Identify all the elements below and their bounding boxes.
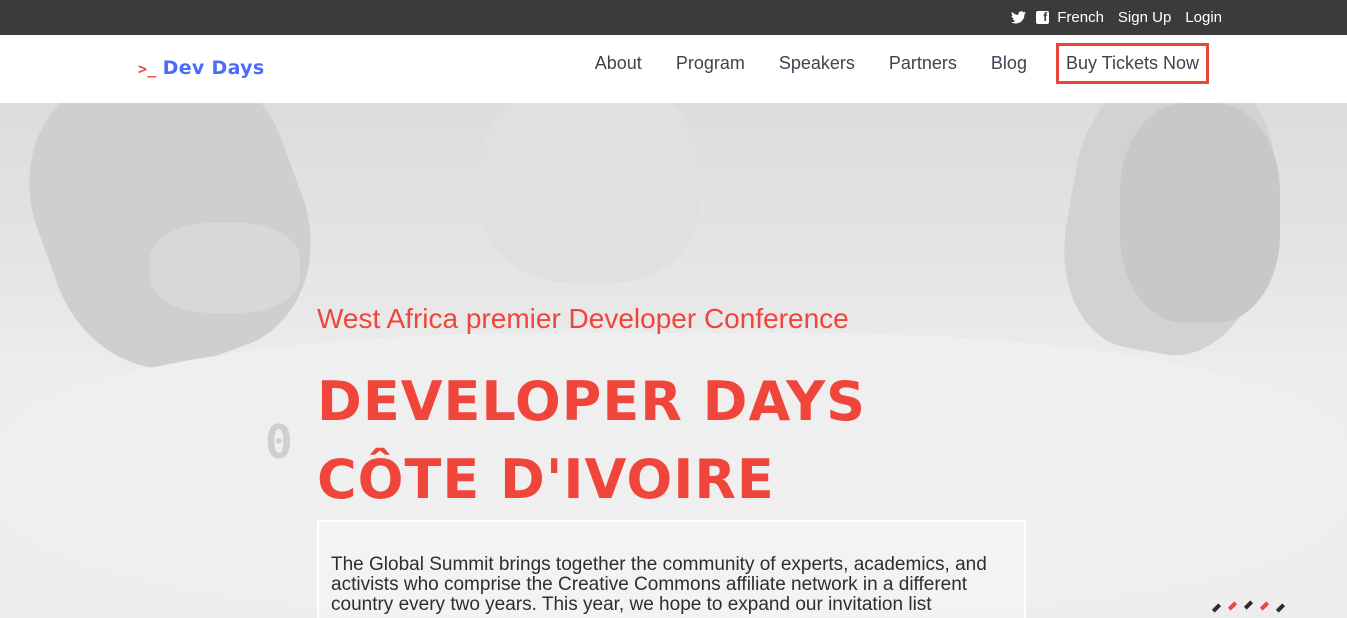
background-shape bbox=[480, 103, 700, 283]
hero-subtitle: West Africa premier Developer Conference bbox=[317, 303, 849, 334]
description-text: The Global Summit brings together the co… bbox=[331, 554, 987, 615]
language-link[interactable]: French bbox=[1057, 9, 1104, 26]
signup-link[interactable]: Sign Up bbox=[1118, 9, 1171, 26]
hero-title-line2: CÔTE D'IVOIRE bbox=[317, 448, 775, 511]
decor-dot bbox=[1259, 601, 1270, 611]
main-nav: About Program Speakers Partners Blog Buy… bbox=[595, 39, 1209, 87]
top-bar: French Sign Up Login bbox=[0, 0, 1347, 35]
site-header: >_ Dev Days About Program Speakers Partne… bbox=[0, 35, 1347, 103]
nav-about[interactable]: About bbox=[595, 53, 642, 74]
hero-title: DEVELOPER DAYS CÔTE D'IVOIRE bbox=[317, 363, 866, 519]
nav-speakers[interactable]: Speakers bbox=[779, 53, 855, 74]
background-shape bbox=[1120, 103, 1280, 323]
login-link[interactable]: Login bbox=[1185, 9, 1222, 26]
decor-dots bbox=[1210, 598, 1290, 618]
top-links: French Sign Up Login bbox=[1011, 0, 1222, 35]
decor-digit: 0 bbox=[265, 415, 293, 469]
decor-dot bbox=[1275, 603, 1286, 613]
twitter-icon[interactable] bbox=[1011, 11, 1027, 24]
decor-dot bbox=[1227, 601, 1238, 611]
buy-tickets-button[interactable]: Buy Tickets Now bbox=[1055, 42, 1209, 84]
logo-prompt: >_ bbox=[138, 60, 157, 78]
hero-section: West Africa premier Developer Conference… bbox=[0, 103, 1347, 618]
logo-text: Dev Days bbox=[162, 57, 265, 79]
decor-dot bbox=[1243, 600, 1254, 610]
logo[interactable]: >_ Dev Days bbox=[138, 57, 264, 79]
description-card: The Global Summit brings together the co… bbox=[317, 520, 1026, 618]
facebook-icon[interactable] bbox=[1036, 10, 1050, 24]
decor-dot bbox=[1211, 603, 1222, 613]
nav-partners[interactable]: Partners bbox=[889, 53, 957, 74]
nav-program[interactable]: Program bbox=[676, 53, 745, 74]
nav-blog[interactable]: Blog bbox=[991, 53, 1027, 74]
background-shape bbox=[150, 223, 300, 313]
hero-title-line1: DEVELOPER DAYS bbox=[317, 370, 867, 433]
